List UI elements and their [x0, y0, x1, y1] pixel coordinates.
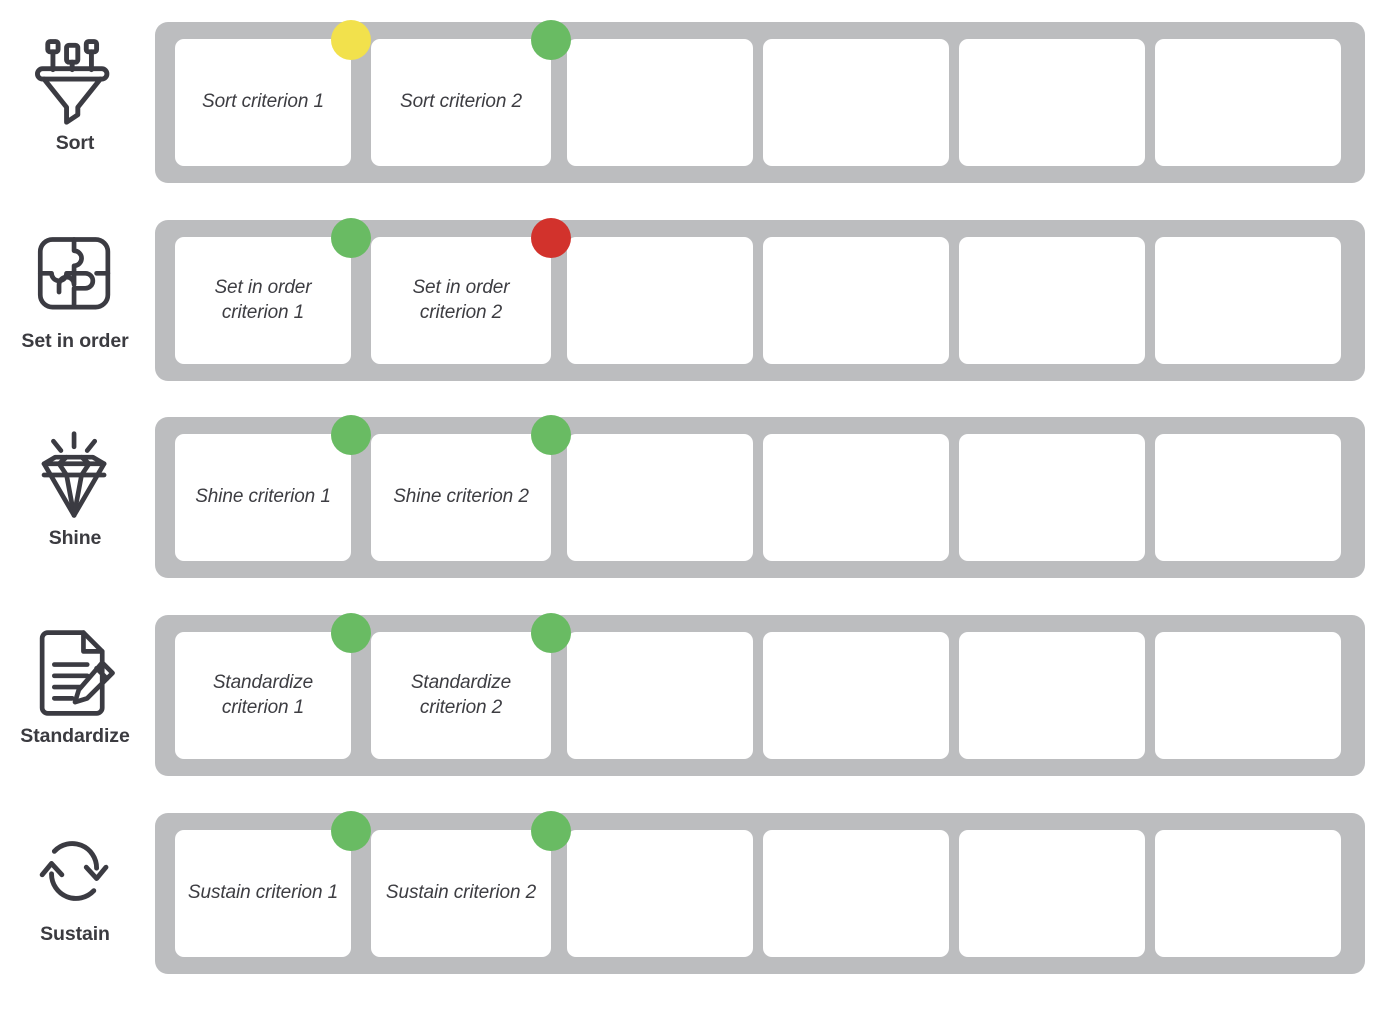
row-header-sort: Sort	[0, 5, 150, 183]
criterion-card[interactable]	[567, 237, 753, 364]
criterion-card[interactable]	[763, 39, 949, 166]
criterion-card[interactable]: Standardize criterion 2	[371, 632, 551, 759]
row-header-set-in-order: Set in order	[0, 203, 150, 381]
criterion-card[interactable]	[959, 434, 1145, 561]
criterion-card[interactable]: Sustain criterion 2	[371, 830, 551, 957]
status-dot-green[interactable]	[531, 811, 571, 851]
document-pencil-icon	[32, 627, 118, 719]
criterion-card[interactable]: Sort criterion 2	[371, 39, 551, 166]
row-header-sustain: Sustain	[0, 796, 150, 974]
criteria-track-sort: Sort criterion 1 Sort criterion 2	[155, 20, 1365, 183]
criteria-track-sustain: Sustain criterion 1 Sustain criterion 2	[155, 811, 1365, 974]
criterion-card-text: Sort criterion 2	[400, 91, 522, 113]
row-label-set-in-order: Set in order	[21, 329, 129, 352]
criteria-track-set-in-order: Set in order criterion 1 Set in order cri…	[155, 218, 1365, 381]
status-dot-green[interactable]	[331, 415, 371, 455]
status-dot-green[interactable]	[331, 218, 371, 258]
criterion-card[interactable]	[567, 830, 753, 957]
criteria-track-shine: Shine criterion 1 Shine criterion 2	[155, 415, 1365, 578]
criterion-card[interactable]: Sustain criterion 1	[175, 830, 351, 957]
criteria-track-standardize: Standardize criterion 1 Standardize crite…	[155, 613, 1365, 776]
criterion-card-text: Set in order criterion 1	[214, 277, 312, 323]
criterion-card-text: Standardize criterion 2	[410, 672, 512, 718]
criterion-card[interactable]	[959, 632, 1145, 759]
criterion-card[interactable]	[1155, 434, 1341, 561]
row-label-sort: Sort	[55, 131, 95, 154]
criterion-card-text: Standardize criterion 1	[212, 672, 314, 718]
status-dot-green[interactable]	[531, 20, 571, 60]
criterion-card[interactable]	[763, 237, 949, 364]
row-label-sustain: Sustain	[40, 922, 110, 945]
criterion-card[interactable]: Set in order criterion 2	[371, 237, 551, 364]
status-dot-green[interactable]	[331, 811, 371, 851]
criterion-card[interactable]: Sort criterion 1	[175, 39, 351, 166]
audit-row-sort: Sort Sort criterion 1 Sort criterion 2	[0, 5, 1400, 183]
status-dot-yellow[interactable]	[331, 20, 371, 60]
status-dot-green[interactable]	[331, 613, 371, 653]
status-dot-green[interactable]	[531, 415, 571, 455]
criterion-card[interactable]: Standardize criterion 1	[175, 632, 351, 759]
criterion-card[interactable]	[959, 237, 1145, 364]
criterion-card-text: Sort criterion 1	[202, 91, 324, 113]
puzzle-icon	[32, 232, 118, 324]
cycle-arrows-icon	[32, 825, 118, 917]
criterion-card[interactable]	[567, 632, 753, 759]
row-label-standardize: Standardize	[20, 724, 130, 747]
criterion-card[interactable]	[1155, 237, 1341, 364]
criterion-card[interactable]: Shine criterion 2	[371, 434, 551, 561]
audit-row-set-in-order: Set in order Set in order criterion 1 Set …	[0, 203, 1400, 381]
funnel-icon	[32, 34, 118, 126]
row-header-standardize: Standardize	[0, 598, 150, 776]
criterion-card[interactable]	[567, 434, 753, 561]
criterion-card-text: Sustain criterion 2	[385, 882, 537, 904]
criterion-card[interactable]	[567, 39, 753, 166]
row-label-shine: Shine	[48, 526, 102, 549]
criterion-card[interactable]	[1155, 632, 1341, 759]
criterion-card[interactable]	[959, 39, 1145, 166]
criterion-card[interactable]	[763, 632, 949, 759]
criterion-card[interactable]: Shine criterion 1	[175, 434, 351, 561]
criterion-card[interactable]	[959, 830, 1145, 957]
criterion-card-text: Sustain criterion 1	[187, 882, 339, 904]
criterion-card-text: Shine criterion 2	[393, 486, 529, 508]
criterion-card-text: Shine criterion 1	[195, 486, 331, 508]
audit-row-shine: Shine Shine criterion 1 Shine criterion 2	[0, 400, 1400, 578]
row-header-shine: Shine	[0, 400, 150, 578]
criterion-card[interactable]	[1155, 39, 1341, 166]
criterion-card-text: Set in order criterion 2	[412, 277, 510, 323]
status-dot-green[interactable]	[531, 613, 571, 653]
criterion-card[interactable]: Set in order criterion 1	[175, 237, 351, 364]
criterion-card[interactable]	[763, 434, 949, 561]
diamond-icon	[32, 429, 118, 521]
audit-row-standardize: Standardize Standardize criterion 1 Standa…	[0, 598, 1400, 776]
status-dot-red[interactable]	[531, 218, 571, 258]
criterion-card[interactable]	[1155, 830, 1341, 957]
criterion-card[interactable]	[763, 830, 949, 957]
five-s-audit-board: Sort Sort criterion 1 Sort criterion 2 Set …	[0, 0, 1400, 1017]
audit-row-sustain: Sustain Sustain criterion 1 Sustain criter…	[0, 796, 1400, 974]
